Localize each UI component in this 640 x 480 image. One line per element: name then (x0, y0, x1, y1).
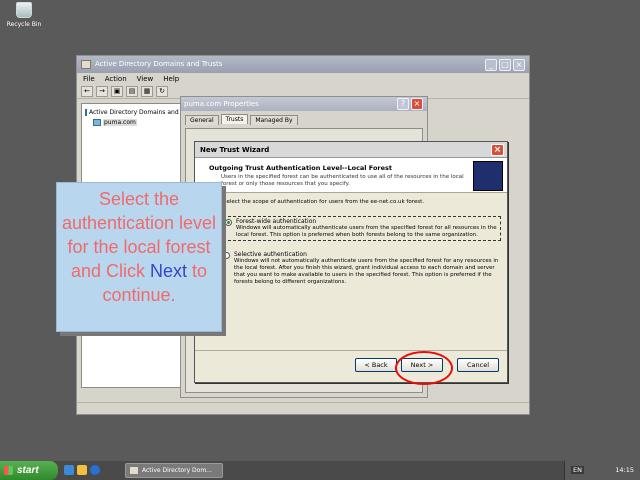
wizard-body: Select the scope of authentication for u… (195, 193, 507, 286)
up-folder-icon[interactable]: ▣ (111, 86, 123, 97)
menu-file[interactable]: File (83, 73, 95, 85)
forest-wide-label: Forest-wide authentication (236, 218, 317, 225)
properties-close-button[interactable]: × (411, 98, 423, 110)
internet-explorer-icon[interactable] (90, 465, 100, 475)
explorer-icon[interactable] (77, 465, 87, 475)
system-tray: EN 14:15 (564, 461, 640, 480)
callout-next-word: Next (150, 261, 188, 281)
tree-item-root[interactable]: Active Directory Domains and (85, 107, 179, 117)
show-desktop-icon[interactable] (64, 465, 74, 475)
forest-wide-option[interactable]: Forest-wide authentication Windows will … (223, 216, 501, 241)
trust-handshake-icon (473, 161, 503, 191)
task-app-icon (130, 467, 138, 474)
cancel-button[interactable]: Cancel (457, 358, 499, 372)
forward-arrow-icon[interactable]: → (96, 86, 108, 97)
statusbar (77, 402, 529, 414)
properties-titlebar[interactable]: puma.com Properties ? × (181, 97, 427, 111)
wizard-close-button[interactable]: × (491, 144, 504, 156)
main-window-title: Active Directory Domains and Trusts (95, 60, 223, 68)
task-label: Active Directory Dom... (142, 467, 212, 474)
selective-radio[interactable] (223, 252, 230, 259)
recycle-bin-label: Recycle Bin (6, 21, 42, 28)
tree-puma-label: puma.com (103, 118, 137, 126)
tree-item-puma[interactable]: puma.com (85, 117, 177, 127)
taskbar: start Active Directory Dom... EN 14:15 (0, 461, 640, 480)
close-button[interactable]: × (513, 59, 525, 71)
selective-description: Windows will not automatically authentic… (234, 258, 499, 285)
forest-wide-description: Windows will automatically authenticate … (236, 225, 497, 238)
menu-view[interactable]: View (137, 73, 154, 85)
help-button[interactable]: ? (397, 98, 409, 110)
menu-help[interactable]: Help (163, 73, 179, 85)
windows-logo-icon (4, 466, 13, 475)
next-highlight-ring (395, 351, 453, 385)
language-indicator[interactable]: EN (571, 466, 584, 474)
app-icon (81, 60, 91, 69)
domains-icon (85, 108, 87, 116)
show-tree-icon[interactable]: ▤ (126, 86, 138, 97)
wizard-subheading: Users in the specified forest can be aut… (221, 174, 464, 187)
properties-icon[interactable]: ▦ (141, 86, 153, 97)
instruction-callout: Select the authentication level for the … (56, 182, 222, 332)
bin-icon (16, 2, 32, 18)
wizard-heading: Outgoing Trust Authentication Level--Loc… (209, 164, 393, 172)
back-button[interactable]: < Back (355, 358, 397, 372)
start-label: start (17, 465, 39, 476)
properties-title: puma.com Properties (184, 100, 259, 108)
recycle-bin-icon[interactable]: Recycle Bin (6, 2, 42, 28)
selective-label: Selective authentication (234, 251, 307, 258)
refresh-icon[interactable]: ↻ (156, 86, 168, 97)
taskbar-item-ad-domains[interactable]: Active Directory Dom... (125, 463, 223, 478)
clock[interactable]: 14:15 (615, 466, 634, 474)
menu-action[interactable]: Action (105, 73, 127, 85)
new-trust-wizard: New Trust Wizard × Outgoing Trust Authen… (194, 141, 508, 383)
tab-general[interactable]: General (185, 115, 219, 125)
tree-root-label: Active Directory Domains and (89, 108, 179, 116)
wizard-footer: < Back Next > Cancel (195, 350, 507, 382)
properties-tabs: General Trusts Managed By (181, 111, 427, 125)
tab-trusts[interactable]: Trusts (220, 114, 249, 124)
menubar: File Action View Help (77, 73, 529, 85)
tab-managed-by[interactable]: Managed By (250, 115, 298, 125)
maximize-button[interactable]: □ (499, 59, 511, 71)
selective-option[interactable]: Selective authentication Windows will no… (223, 251, 501, 286)
start-button[interactable]: start (0, 461, 58, 480)
wizard-header: Outgoing Trust Authentication Level--Loc… (195, 158, 507, 193)
wizard-titlebar[interactable]: New Trust Wizard × (195, 142, 507, 158)
forest-wide-radio[interactable] (225, 219, 232, 226)
minimize-button[interactable]: _ (485, 59, 497, 71)
scope-text: Select the scope of authentication for u… (223, 199, 424, 205)
wizard-title: New Trust Wizard (200, 146, 270, 154)
back-arrow-icon[interactable]: ← (81, 86, 93, 97)
domain-icon (93, 118, 101, 126)
main-titlebar[interactable]: Active Directory Domains and Trusts _ □ … (77, 56, 529, 73)
